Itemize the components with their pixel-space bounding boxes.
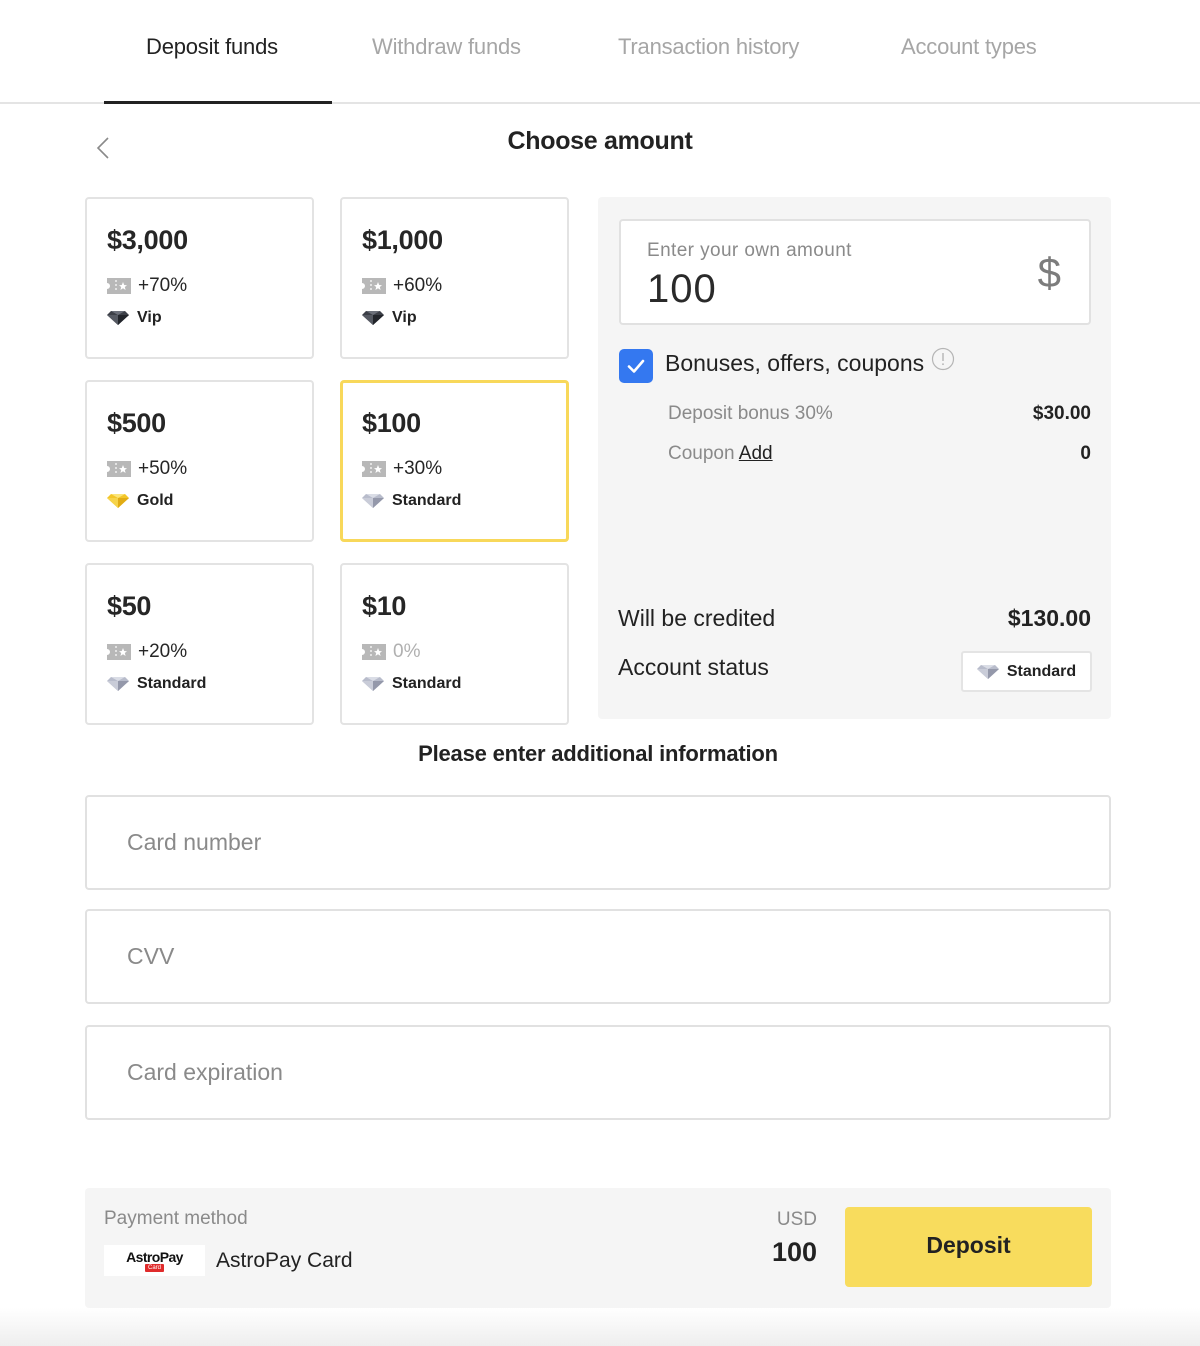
card-bonus: +30% <box>362 458 442 480</box>
card-tier-label: Standard <box>392 492 462 509</box>
diamond-silver-icon <box>362 676 384 692</box>
card-tier: Vip <box>107 309 162 327</box>
amount-card-3000[interactable]: $3,000 +70% Vip <box>85 197 314 359</box>
coupon-label: Coupon <box>668 443 735 464</box>
amount-card-10[interactable]: $10 0% Standard <box>340 563 569 725</box>
amount-card-50[interactable]: $50 +20% Standard <box>85 563 314 725</box>
card-bonus: +20% <box>107 641 187 663</box>
credited-label: Will be credited <box>618 605 776 631</box>
ticket-icon <box>362 644 386 660</box>
astropay-logo: AstroPay Card <box>104 1245 205 1276</box>
own-amount-label: Enter your own amount <box>647 240 852 261</box>
tab-bar: Deposit funds Withdraw funds Transaction… <box>0 0 1200 104</box>
account-status-value: Standard <box>1006 662 1077 680</box>
page-title: Choose amount <box>507 127 693 155</box>
card-tier: Gold <box>107 492 173 510</box>
checkmark-icon <box>627 359 645 373</box>
info-icon[interactable] <box>931 347 955 371</box>
card-tier: Standard <box>107 675 206 693</box>
logo-text: AstroPay <box>126 1248 183 1265</box>
card-number-field[interactable] <box>85 795 1111 890</box>
own-amount-input[interactable]: Enter your own amount 100 $ <box>619 219 1091 325</box>
card-bonus-value: 0% <box>393 641 421 662</box>
ticket-icon <box>107 278 131 294</box>
add-coupon-link[interactable]: Add <box>739 443 773 464</box>
bonuses-label: Bonuses, offers, coupons <box>665 350 925 376</box>
cvv-field[interactable] <box>85 909 1111 1004</box>
card-amount: $10 <box>362 591 407 621</box>
card-amount: $500 <box>107 408 166 438</box>
card-amount: $100 <box>362 408 421 438</box>
card-tier: Vip <box>362 309 417 327</box>
tab-deposit-funds[interactable]: Deposit funds <box>146 34 278 60</box>
card-bonus-value: +20% <box>138 641 188 662</box>
own-amount-value[interactable]: 100 <box>647 267 717 312</box>
card-bonus-value: +50% <box>138 458 188 479</box>
amount-card-100[interactable]: $100 +30% Standard <box>340 380 569 542</box>
deposit-bonus-label: Deposit bonus 30% <box>668 403 833 424</box>
card-tier: Standard <box>362 675 461 693</box>
card-amount: $50 <box>107 591 152 621</box>
account-status-badge: Standard <box>961 651 1092 692</box>
diamond-dark-icon <box>362 310 384 326</box>
card-bonus: +70% <box>107 275 187 297</box>
card-tier: Standard <box>362 492 461 510</box>
payment-method-label: Payment method <box>104 1208 248 1229</box>
card-expiration-field[interactable] <box>85 1025 1111 1120</box>
diamond-silver-icon <box>977 664 999 680</box>
active-tab-indicator <box>104 101 332 104</box>
card-expiration-input[interactable] <box>127 1027 1067 1118</box>
currency-label: USD <box>776 1209 817 1230</box>
coupon-value: 0 <box>1080 443 1091 464</box>
card-amount: $1,000 <box>362 225 443 255</box>
logo-sub: Card <box>144 1263 164 1272</box>
dollar-icon: $ <box>1037 249 1061 296</box>
card-bonus: 0% <box>362 641 420 663</box>
deposit-bonus-row: Deposit bonus 30% $30.00 <box>668 403 1091 425</box>
diamond-dark-icon <box>107 310 129 326</box>
card-tier-label: Standard <box>392 675 462 692</box>
card-bonus: +50% <box>107 458 187 480</box>
diamond-gold-icon <box>107 493 129 509</box>
deposit-button[interactable]: Deposit <box>845 1207 1092 1287</box>
ticket-icon <box>107 461 131 477</box>
amount-card-1000[interactable]: $1,000 +60% Vip <box>340 197 569 359</box>
tab-withdraw-funds[interactable]: Withdraw funds <box>372 34 521 60</box>
card-tier-label: Vip <box>392 309 417 326</box>
payment-footer: Payment method AstroPay Card AstroPay Ca… <box>85 1188 1111 1308</box>
card-bonus-value: +60% <box>393 275 443 296</box>
deposit-bonus-value: $30.00 <box>1032 403 1091 424</box>
ticket-icon <box>362 278 386 294</box>
diamond-silver-icon <box>107 676 129 692</box>
tab-account-types[interactable]: Account types <box>901 34 1037 60</box>
total-amount: 100 <box>771 1237 817 1267</box>
card-bonus-value: +30% <box>393 458 443 479</box>
card-amount: $3,000 <box>107 225 188 255</box>
tab-transaction-history[interactable]: Transaction history <box>618 34 799 60</box>
card-tier-label: Gold <box>137 492 174 509</box>
page-bottom-fade <box>0 1308 1200 1346</box>
cvv-input[interactable] <box>127 911 1067 1002</box>
ticket-icon <box>107 644 131 660</box>
coupon-row: Coupon Add 0 <box>668 443 1091 465</box>
account-status-label: Account status <box>618 654 769 680</box>
diamond-silver-icon <box>362 493 384 509</box>
bonuses-checkbox[interactable] <box>619 349 653 383</box>
card-tier-label: Standard <box>137 675 207 692</box>
additional-info-title: Please enter additional information <box>418 741 778 766</box>
card-number-input[interactable] <box>127 797 1067 888</box>
credited-value: $130.00 <box>1007 605 1091 631</box>
ticket-icon <box>362 461 386 477</box>
card-bonus-value: +70% <box>138 275 188 296</box>
amount-card-500[interactable]: $500 +50% Gold <box>85 380 314 542</box>
card-tier-label: Vip <box>137 309 162 326</box>
summary-panel: Enter your own amount 100 $ Bonuses, off… <box>598 197 1111 719</box>
payment-method-name: AstroPay Card <box>216 1249 353 1272</box>
card-bonus: +60% <box>362 275 442 297</box>
